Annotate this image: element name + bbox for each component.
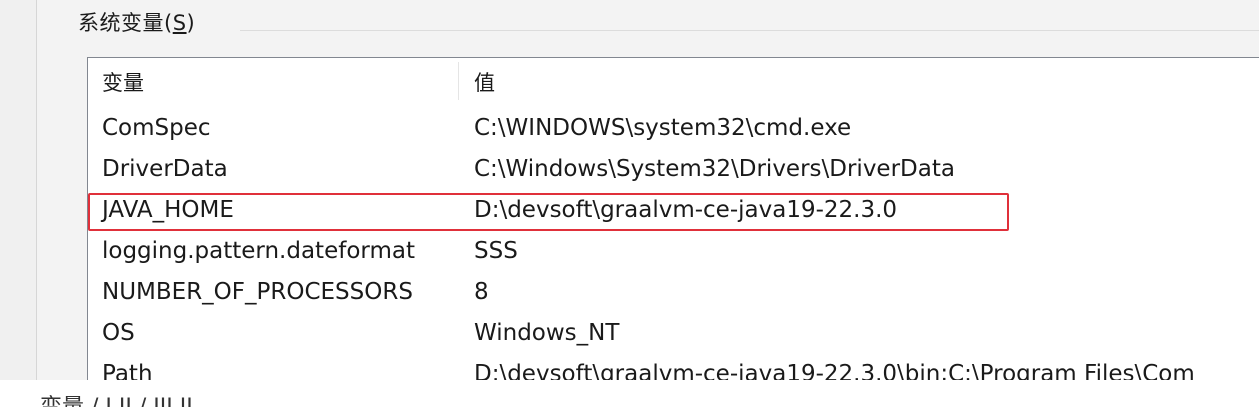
cut-off-caption-text: 变量 / Ⅰ II / III II: [40, 397, 193, 407]
table-row[interactable]: ComSpec C:\WINDOWS\system32\cmd.exe: [88, 108, 1259, 149]
table-row[interactable]: DriverData C:\Windows\System32\Drivers\D…: [88, 149, 1259, 190]
variable-name: ComSpec: [102, 115, 211, 141]
group-title-suffix: ): [186, 11, 196, 35]
environment-variables-dialog: 系统变量(S) 变量 值 ComSpec C:\WINDOWS\system32…: [0, 0, 1259, 381]
variable-name: OS: [102, 320, 135, 346]
list-header: 变量 值: [88, 58, 1259, 104]
column-header-variable[interactable]: 变量: [102, 58, 144, 104]
bottom-cut-off-area: 变量 / Ⅰ II / III II: [0, 380, 1259, 407]
variable-value: Windows_NT: [474, 320, 620, 346]
system-variables-list[interactable]: 变量 值 ComSpec C:\WINDOWS\system32\cmd.exe…: [87, 57, 1259, 381]
variable-name: NUMBER_OF_PROCESSORS: [102, 279, 413, 305]
group-divider: [240, 30, 1259, 31]
table-row[interactable]: logging.pattern.dateformat SSS: [88, 231, 1259, 272]
variable-name: JAVA_HOME: [102, 197, 234, 223]
table-row[interactable]: Path D:\devsoft\graalvm-ce-java19-22.3.0…: [88, 354, 1259, 381]
variable-name: DriverData: [102, 156, 228, 182]
system-variables-group-title: 系统变量(S): [78, 6, 195, 40]
group-title-access-key: S: [172, 11, 187, 35]
group-title-text: 系统变量(: [78, 11, 173, 35]
screenshot-root: 系统变量(S) 变量 值 ComSpec C:\WINDOWS\system32…: [0, 0, 1259, 407]
variable-value: SSS: [474, 238, 518, 264]
variable-value: 8: [474, 279, 489, 305]
table-row[interactable]: NUMBER_OF_PROCESSORS 8: [88, 272, 1259, 313]
variable-name: Path: [102, 361, 153, 381]
column-separator[interactable]: [458, 62, 459, 100]
table-row-java-home[interactable]: JAVA_HOME D:\devsoft\graalvm-ce-java19-2…: [88, 190, 1259, 231]
variable-value: D:\devsoft\graalvm-ce-java19-22.3.0: [474, 197, 898, 223]
variable-name: logging.pattern.dateformat: [102, 238, 415, 264]
variable-value: C:\WINDOWS\system32\cmd.exe: [474, 115, 852, 141]
variable-value: C:\Windows\System32\Drivers\DriverData: [474, 156, 955, 182]
column-header-value[interactable]: 值: [474, 58, 495, 104]
table-row[interactable]: OS Windows_NT: [88, 313, 1259, 354]
list-rows: ComSpec C:\WINDOWS\system32\cmd.exe Driv…: [88, 108, 1259, 381]
variable-value: D:\devsoft\graalvm-ce-java19-22.3.0\bin;…: [474, 361, 1195, 381]
